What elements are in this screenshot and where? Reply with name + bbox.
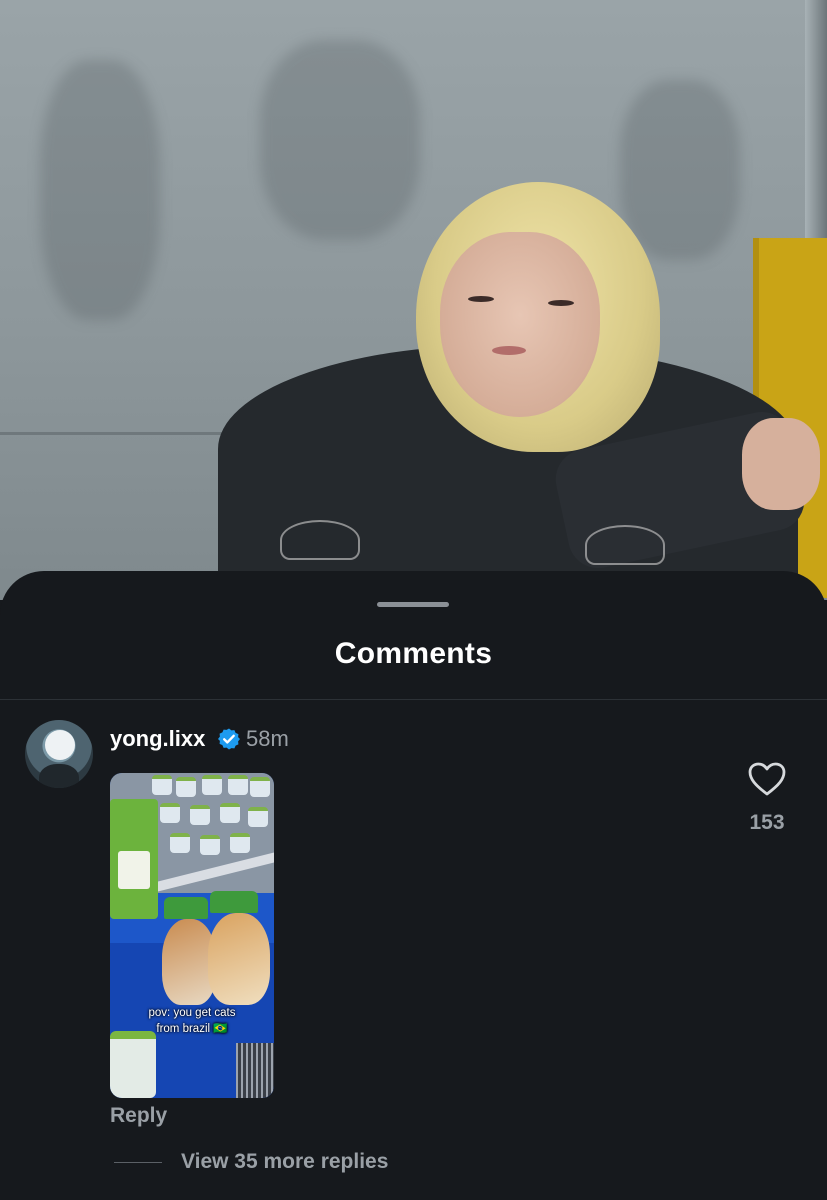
avatar-body — [39, 764, 79, 788]
metal-pole — [805, 0, 827, 240]
media-cup — [220, 803, 240, 823]
media-cup — [230, 833, 250, 853]
wall-stain — [620, 80, 740, 260]
media-cup — [228, 775, 248, 795]
sheet-drag-handle[interactable] — [377, 602, 449, 607]
hand — [742, 418, 820, 510]
media-cup — [250, 777, 270, 797]
media-cup — [160, 803, 180, 823]
view-more-replies-button[interactable]: View 35 more replies — [181, 1150, 388, 1174]
reply-button[interactable]: Reply — [110, 1104, 167, 1128]
mouth — [492, 346, 526, 355]
header-divider — [0, 699, 827, 700]
comment-timestamp: 58m — [246, 726, 289, 751]
avatar[interactable] — [25, 720, 93, 788]
media-carton — [110, 799, 158, 919]
eye — [468, 296, 494, 302]
wall-stain — [260, 40, 420, 240]
media-cup — [200, 835, 220, 855]
hoodie-print — [280, 520, 360, 560]
media-cat-hat — [210, 891, 258, 913]
wall-stain — [40, 60, 160, 320]
media-cup — [176, 777, 196, 797]
media-cup — [248, 807, 268, 827]
post-photo — [0, 0, 827, 600]
media-cup — [170, 833, 190, 853]
media-jar — [110, 1031, 156, 1098]
media-grate — [236, 1043, 274, 1098]
sheet-title: Comments — [334, 637, 493, 670]
media-cat — [208, 913, 270, 1005]
media-cup — [190, 805, 210, 825]
media-caption: pov: you get cats from brazil 🇧🇷 — [110, 1005, 274, 1037]
media-cup — [152, 775, 172, 795]
replies-connector-line — [114, 1162, 162, 1163]
media-cat-hat — [164, 897, 208, 919]
face — [440, 232, 600, 417]
comment-media-video[interactable]: pov: you get cats from brazil 🇧🇷 — [110, 773, 274, 1098]
comment-username[interactable]: yong.lixx — [110, 726, 205, 752]
comments-sheet: Comments yong.lixx 58m 153 pov: you get … — [0, 571, 827, 1200]
verified-badge-icon — [218, 728, 240, 750]
media-caption-line2: from brazil 🇧🇷 — [156, 1023, 228, 1035]
media-caption-line1: pov: you get cats — [148, 1007, 236, 1019]
eye — [548, 300, 574, 306]
heart-outline-icon[interactable] — [747, 761, 787, 797]
avatar-hair — [45, 730, 75, 760]
hoodie-print — [585, 525, 665, 565]
like-count: 153 — [749, 811, 785, 834]
media-cup — [202, 775, 222, 795]
